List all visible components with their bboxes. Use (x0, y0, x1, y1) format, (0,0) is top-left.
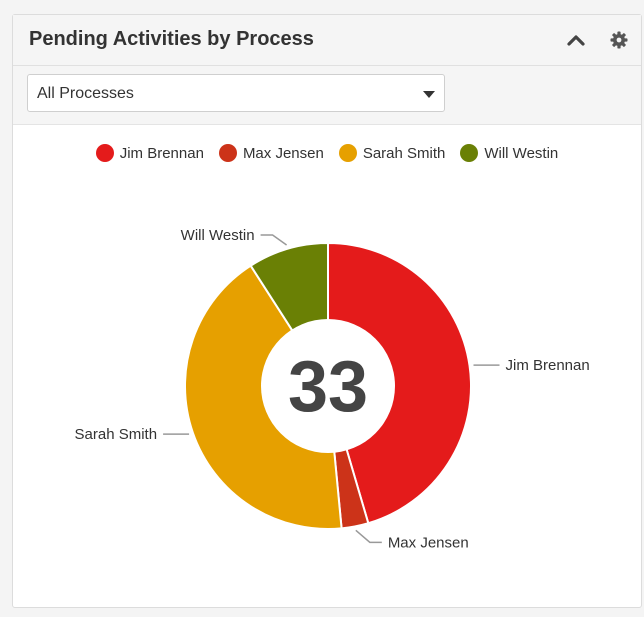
process-select-value: All Processes (37, 85, 134, 102)
settings-button[interactable] (606, 25, 632, 55)
slice-label-will-westin: Will Westin (181, 227, 255, 244)
connector-will-westin (260, 234, 288, 246)
collapse-button[interactable] (563, 25, 589, 55)
panel-header: Pending Activities by Process (13, 15, 641, 66)
donut-chart: Jim Brennan Max Jensen Sarah Smith Will Wes… (75, 227, 590, 551)
slice-label-max-jensen: Max Jensen (388, 534, 469, 551)
widget-panel: Pending Activities by Process All Proces… (12, 14, 642, 608)
process-select[interactable]: All Processes (27, 74, 445, 112)
chart-area: Jim Brennan Max Jensen Sarah Smith Will … (13, 124, 641, 607)
filter-bar: All Processes (13, 66, 641, 125)
panel-title: Pending Activities by Process (29, 28, 314, 50)
gear-icon (610, 31, 628, 49)
slice-label-jim-brennan: Jim Brennan (506, 357, 590, 374)
center-total-label: 33 (288, 347, 368, 427)
connector-max-jensen (355, 529, 382, 544)
slice-label-sarah-smith: Sarah Smith (75, 426, 158, 443)
caret-down-icon (423, 91, 435, 98)
chevron-up-icon (567, 35, 585, 46)
